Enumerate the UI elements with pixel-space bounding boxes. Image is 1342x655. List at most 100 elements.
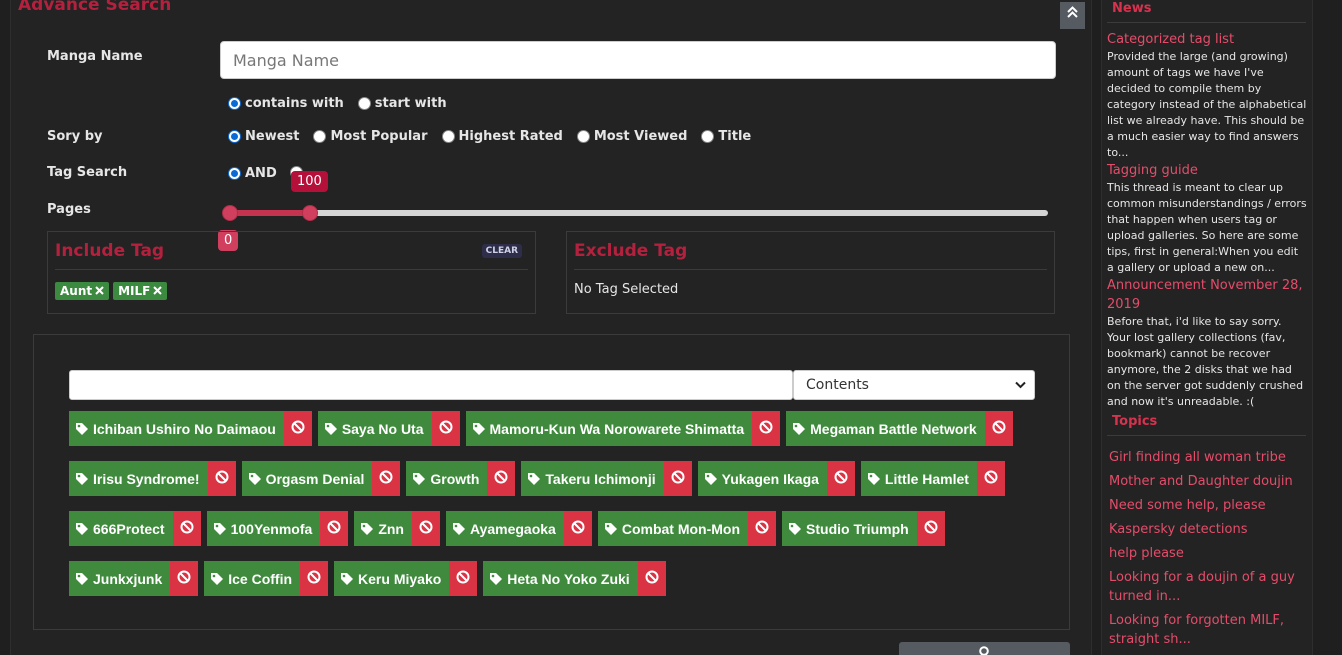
pages-slider-min-handle[interactable] (222, 205, 238, 221)
tag-exclude-button[interactable] (431, 411, 460, 446)
sort-radio[interactable] (576, 130, 590, 143)
tag-exclude-button[interactable] (563, 511, 592, 546)
tag-exclude-button[interactable] (984, 411, 1013, 446)
manga-name-input[interactable] (220, 41, 1056, 79)
search-button[interactable] (899, 642, 1070, 655)
tag-item: Keru Miyako (334, 561, 478, 596)
tag-include-button[interactable]: 100Yenmofa (206, 511, 321, 546)
tag-label: Growth (430, 470, 480, 487)
tag-item: Yukagen Ikaga (697, 461, 855, 496)
pages-slider-max-handle[interactable] (302, 205, 318, 221)
ban-icon (494, 469, 508, 488)
tag-include-button[interactable]: Growth (406, 461, 488, 496)
tag-search-option[interactable]: AND (228, 166, 277, 181)
tag-exclude-button[interactable] (487, 461, 516, 496)
close-icon[interactable] (150, 284, 163, 298)
tag-include-button[interactable]: Ayamegaoka (445, 511, 564, 546)
sort-option-label: Newest (245, 129, 300, 144)
topic-link[interactable]: help please (1102, 544, 1312, 563)
tag-include-button[interactable]: Heta No Yoko Zuki (483, 561, 638, 596)
match-mode-option[interactable]: start with (357, 96, 447, 111)
tag-exclude-button[interactable] (411, 511, 440, 546)
tag-include-button[interactable]: Junkxjunk (69, 561, 171, 596)
match-mode-option[interactable]: contains with (228, 96, 344, 111)
sort-option[interactable]: Title (701, 129, 751, 144)
tag-exclude-button[interactable] (300, 561, 329, 596)
tag-icon (248, 472, 262, 486)
tag-exclude-button[interactable] (752, 411, 781, 446)
tag-include-button[interactable]: Megaman Battle Network (786, 411, 985, 446)
include-tag-chip[interactable]: MILF (113, 282, 168, 300)
tag-item: Takeru Ichimonji (521, 461, 692, 496)
tag-exclude-button[interactable] (372, 461, 401, 496)
topic-link[interactable]: Looking for forgotten MILF, straight sh.… (1102, 611, 1312, 649)
ban-icon (215, 469, 229, 488)
topic-link[interactable]: Kaspersky detections (1102, 520, 1312, 539)
news-title-link[interactable]: Announcement November 28, 2019 (1107, 276, 1307, 314)
tag-label: Heta No Yoko Zuki (507, 570, 630, 587)
tag-exclude-button[interactable] (976, 461, 1005, 496)
tag-include-button[interactable]: Combat Mon-Mon (597, 511, 749, 546)
topic-link[interactable]: Girl finding all woman tribe (1102, 448, 1312, 467)
tag-exclude-button[interactable] (170, 561, 199, 596)
tag-include-button[interactable]: Mamoru-Kun Wa Norowarete Shimatta (465, 411, 753, 446)
sort-radio[interactable] (228, 130, 241, 143)
tag-include-button[interactable]: Znn (354, 511, 412, 546)
tag-label: Takeru Ichimonji (545, 470, 656, 487)
tag-exclude-button[interactable] (637, 561, 666, 596)
sort-option[interactable]: Newest (228, 129, 299, 144)
topic-link[interactable]: Looking for a doujin of a guy turned in.… (1102, 568, 1312, 606)
tag-include-button[interactable]: Ice Coffin (204, 561, 301, 596)
sort-radio[interactable] (441, 130, 455, 143)
tag-exclude-button[interactable] (663, 461, 692, 496)
news-title-link[interactable]: Tagging guide (1107, 161, 1307, 180)
sort-radio[interactable] (701, 130, 715, 143)
tag-exclude-button[interactable] (283, 411, 312, 446)
tag-icon (213, 522, 227, 536)
tag-label: Junkxjunk (93, 570, 163, 587)
tag-include-button[interactable]: Little Hamlet (860, 461, 977, 496)
tag-exclude-button[interactable] (207, 461, 236, 496)
include-tag-chip-label: MILF (118, 284, 151, 298)
tag-include-button[interactable]: Saya No Uta (317, 411, 432, 446)
tag-search-input[interactable] (69, 370, 793, 400)
tag-include-button[interactable]: Orgasm Denial (241, 461, 373, 496)
tag-icon (360, 522, 374, 536)
topic-link[interactable]: Mother and Daughter doujin (1102, 472, 1312, 491)
tag-include-button[interactable]: Irisu Syndrome! (69, 461, 208, 496)
tag-exclude-button[interactable] (916, 511, 945, 546)
tag-exclude-button[interactable] (449, 561, 478, 596)
tag-row: 666Protect 100Yenmofa Znn Ayamegaoka Combat … (69, 511, 1049, 546)
sort-radio[interactable] (313, 130, 327, 143)
sort-option[interactable]: Highest Rated (441, 129, 563, 144)
sort-option[interactable]: Most Viewed (576, 129, 687, 144)
close-icon[interactable] (92, 284, 104, 298)
tag-category-select[interactable]: Contents (793, 370, 1035, 400)
tag-item: Ice Coffin (204, 561, 329, 596)
tag-include-button[interactable]: 666Protect (69, 511, 173, 546)
tag-exclude-button[interactable] (320, 511, 349, 546)
tag-search-radio[interactable] (228, 167, 241, 180)
tag-include-button[interactable]: Keru Miyako (334, 561, 450, 596)
clear-include-button[interactable]: CLEAR (481, 244, 522, 258)
page-scrollbar[interactable] (1320, 0, 1342, 655)
match-mode-radio[interactable] (357, 97, 371, 110)
tag-include-button[interactable]: Studio Triumph (782, 511, 917, 546)
match-mode-radio[interactable] (228, 97, 241, 110)
tag-icon (75, 422, 89, 436)
collapse-button[interactable] (1060, 2, 1085, 29)
topic-link[interactable]: Need some help, please (1102, 496, 1312, 515)
tag-include-button[interactable]: Yukagen Ikaga (697, 461, 827, 496)
tag-label: Saya No Uta (341, 420, 424, 437)
tag-exclude-button[interactable] (748, 511, 777, 546)
tag-include-button[interactable]: Ichiban Ushiro No Daimaou (69, 411, 284, 446)
tag-exclude-button[interactable] (826, 461, 855, 496)
pages-slider-track[interactable] (228, 210, 1048, 216)
news-title-link[interactable]: Categorized tag list (1107, 30, 1307, 49)
tag-item: Orgasm Denial (241, 461, 401, 496)
match-mode-option-label: contains with (245, 96, 344, 111)
sort-option[interactable]: Most Popular (313, 129, 428, 144)
tag-include-button[interactable]: Takeru Ichimonji (521, 461, 664, 496)
tag-exclude-button[interactable] (172, 511, 201, 546)
include-tag-chip[interactable]: Aunt (55, 282, 110, 300)
